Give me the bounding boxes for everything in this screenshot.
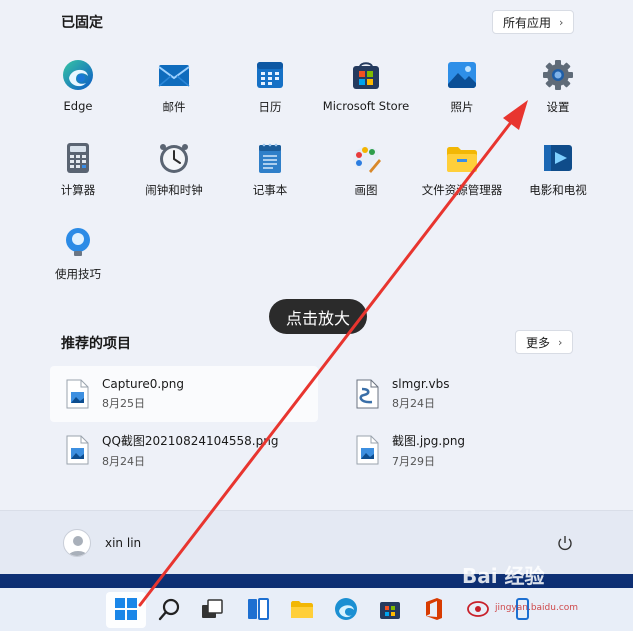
app-label: 设置 xyxy=(546,100,570,114)
script-file-icon xyxy=(356,379,379,409)
folder-icon xyxy=(447,147,477,172)
calculator-icon xyxy=(67,143,89,173)
recommended-item[interactable]: 截图.jpg.png 7月29日 xyxy=(340,422,590,478)
recommended-item[interactable]: Capture0.png 8月25日 xyxy=(50,366,318,422)
file-date: 8月24日 xyxy=(102,454,145,468)
movies-icon xyxy=(544,145,572,171)
file-name: QQ截图20210824104558.png xyxy=(102,433,279,448)
start-menu: 已固定 所有应用 › Edge 邮件 日历 Microsoft Store 照片… xyxy=(0,0,633,574)
app-settings[interactable]: 设置 xyxy=(510,54,606,124)
recommended-item[interactable]: QQ截图20210824104558.png 8月24日 xyxy=(50,422,318,478)
edge-taskbar-icon[interactable] xyxy=(333,596,359,622)
file-name: slmgr.vbs xyxy=(392,377,450,391)
app-file-explorer[interactable]: 文件资源管理器 xyxy=(414,137,510,207)
file-date: 7月29日 xyxy=(392,454,435,468)
app-photos[interactable]: 照片 xyxy=(414,54,510,124)
baidu-watermark-url: jingyan.baidu.com xyxy=(495,603,579,613)
power-icon[interactable] xyxy=(556,534,574,552)
image-file-icon xyxy=(356,435,379,465)
app-notepad[interactable]: 记事本 xyxy=(222,137,318,207)
app-label: 记事本 xyxy=(252,183,288,197)
app-label: 电影和电视 xyxy=(529,183,587,197)
recommended-title: 推荐的项目 xyxy=(61,336,131,352)
all-apps-label: 所有应用 xyxy=(503,15,552,30)
widgets-icon[interactable] xyxy=(245,596,271,622)
app-store[interactable]: Microsoft Store xyxy=(318,54,414,124)
app-paint[interactable]: 画图 xyxy=(318,137,414,207)
windows-start-icon[interactable] xyxy=(113,596,139,622)
app-label: 日历 xyxy=(258,100,282,114)
photos-icon xyxy=(448,62,476,88)
app-label: 闹钟和时钟 xyxy=(145,183,203,197)
task-view-icon[interactable] xyxy=(199,596,225,622)
image-file-icon xyxy=(66,379,89,409)
pinned-title: 已固定 xyxy=(61,15,103,31)
app-calendar[interactable]: 日历 xyxy=(222,54,318,124)
calendar-icon xyxy=(257,62,283,88)
app-movies-tv[interactable]: 电影和电视 xyxy=(510,137,606,207)
avatar[interactable] xyxy=(63,529,91,557)
more-button[interactable]: 更多 › xyxy=(515,330,574,354)
tips-icon xyxy=(66,228,90,256)
recommended-item[interactable]: slmgr.vbs 8月24日 xyxy=(340,366,590,422)
search-icon[interactable] xyxy=(157,596,183,622)
app-label: 画图 xyxy=(354,183,378,197)
file-name: Capture0.png xyxy=(102,377,185,391)
app-label: 使用技巧 xyxy=(55,267,101,281)
file-name: 截图.jpg.png xyxy=(392,433,466,448)
baidu-watermark: Bai 经验 xyxy=(462,564,545,588)
store-taskbar-icon[interactable] xyxy=(377,596,403,622)
zoom-tooltip: 点击放大 xyxy=(269,299,367,334)
mail-icon xyxy=(158,65,190,87)
app-label: 计算器 xyxy=(60,183,96,197)
app-mail[interactable]: 邮件 xyxy=(126,54,222,124)
app-label: Edge xyxy=(63,99,93,113)
user-icon xyxy=(68,536,88,556)
app-label: Microsoft Store xyxy=(322,99,410,113)
app-calculator[interactable]: 计算器 xyxy=(30,137,126,207)
image-file-icon xyxy=(66,435,89,465)
app-label: 照片 xyxy=(450,100,474,114)
chevron-right-icon: › xyxy=(558,335,563,349)
office-icon[interactable] xyxy=(421,596,447,622)
store-icon xyxy=(353,62,379,89)
more-label: 更多 xyxy=(526,335,551,350)
app-label: 文件资源管理器 xyxy=(421,183,503,197)
app-edge[interactable]: Edge xyxy=(30,54,126,124)
file-date: 8月25日 xyxy=(102,397,145,410)
edge-icon xyxy=(63,60,93,90)
app-swirl-icon[interactable] xyxy=(465,596,491,622)
app-tips[interactable]: 使用技巧 xyxy=(30,221,126,291)
gear-icon xyxy=(543,60,573,90)
user-name[interactable]: xin lin xyxy=(105,536,141,550)
clock-icon xyxy=(160,144,188,173)
app-clock[interactable]: 闹钟和时钟 xyxy=(126,137,222,207)
file-explorer-icon[interactable] xyxy=(289,596,315,622)
file-date: 8月24日 xyxy=(392,397,435,410)
chevron-right-icon: › xyxy=(559,15,564,29)
paint-icon xyxy=(353,146,381,173)
app-label: 邮件 xyxy=(162,100,186,114)
all-apps-button[interactable]: 所有应用 › xyxy=(492,10,575,34)
notepad-icon xyxy=(259,143,281,173)
